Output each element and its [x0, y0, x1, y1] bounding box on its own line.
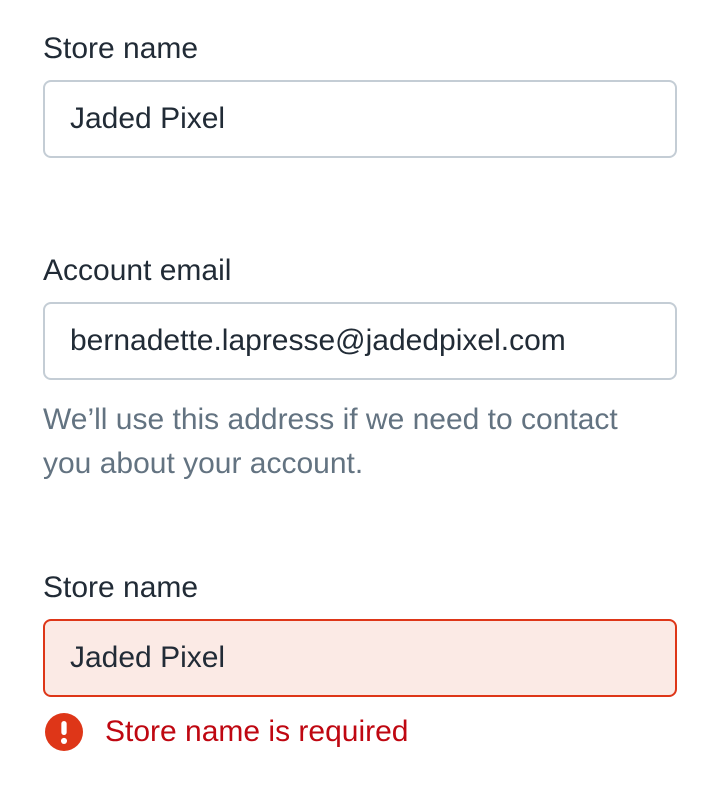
account-email-field: Account email We’ll use this address if …: [43, 254, 677, 486]
store-name-error-label: Store name: [43, 571, 199, 604]
account-email-help-text: We’ll use this address if we need to con…: [43, 403, 618, 480]
store-name-input[interactable]: [43, 80, 677, 158]
alert-circle-icon: [45, 713, 83, 751]
inline-error: Store name is required: [43, 713, 677, 751]
account-email-input[interactable]: [43, 302, 677, 380]
store-name-field: Store name: [43, 32, 677, 158]
store-name-error-field: Store name Store name is required: [43, 571, 677, 751]
store-name-error-input[interactable]: [43, 619, 677, 697]
account-email-label: Account email: [43, 254, 232, 287]
error-message: Store name is required: [105, 715, 409, 748]
store-name-label: Store name: [43, 32, 199, 65]
